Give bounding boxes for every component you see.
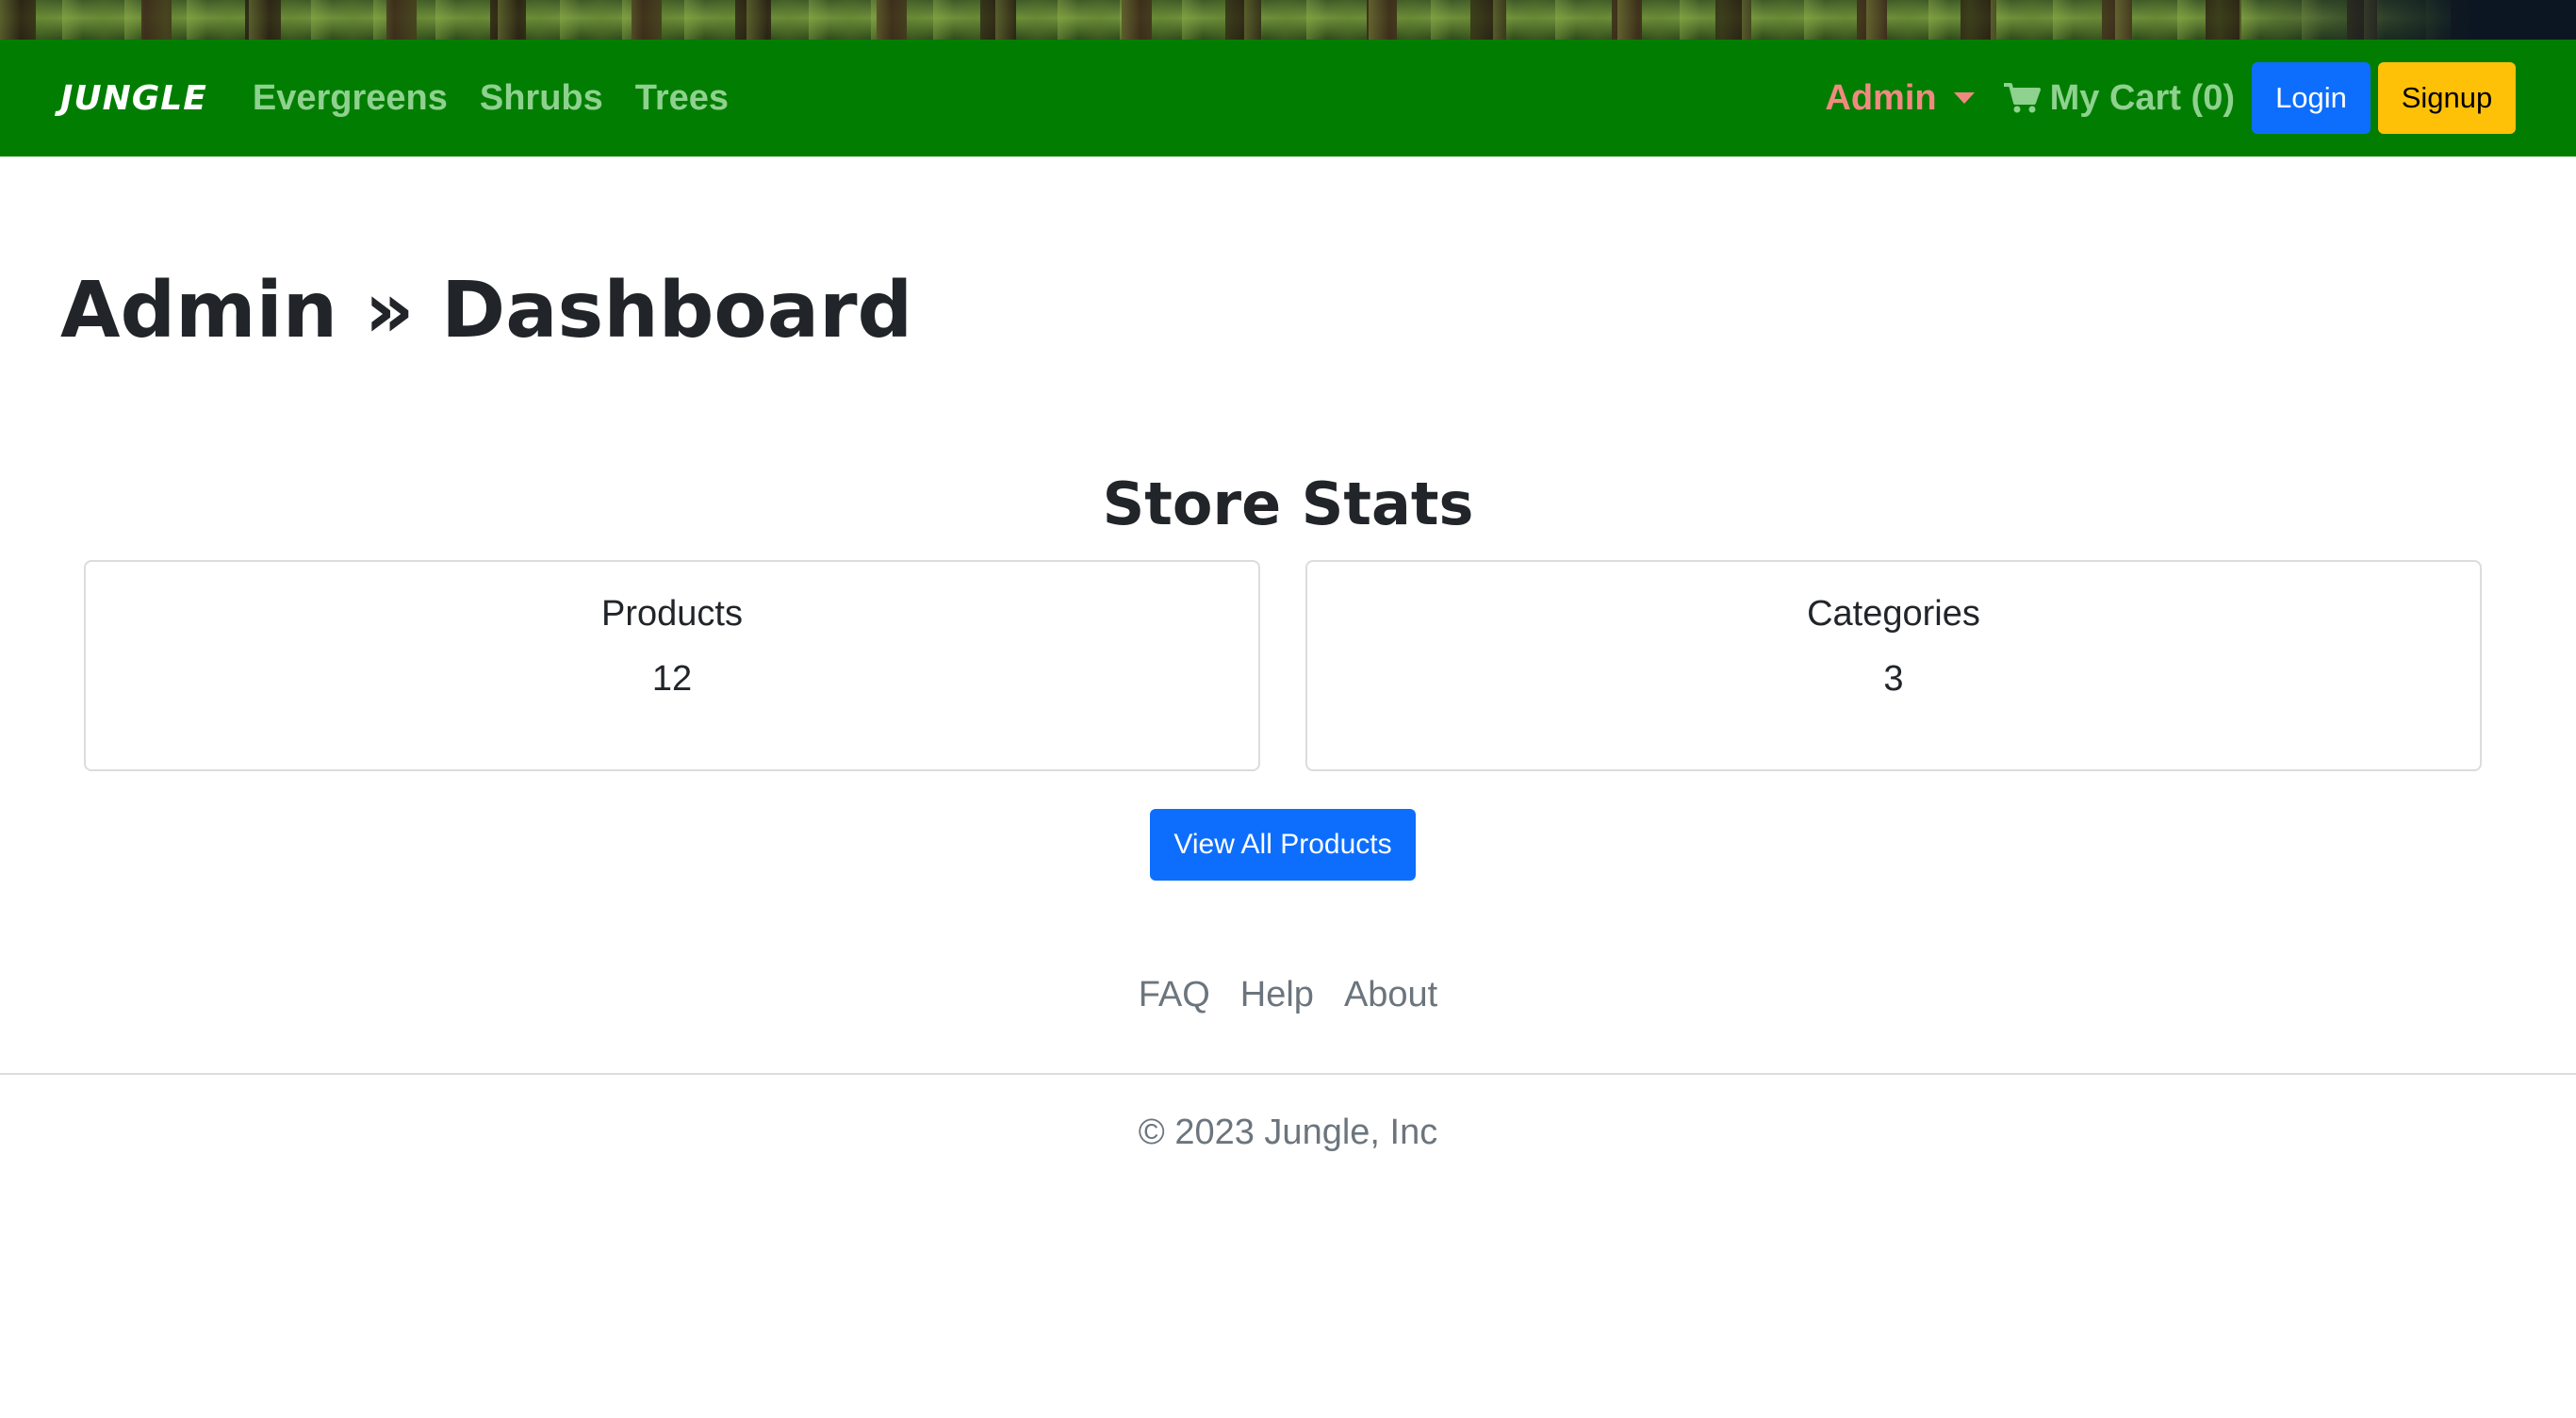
cart-label: My Cart (0): [2049, 77, 2235, 118]
store-stats-heading: Store Stats: [1102, 470, 1474, 538]
page-title: Admin » Dashboard: [60, 266, 913, 355]
footer-link-about[interactable]: About: [1344, 975, 1437, 1015]
forest-header-image: [0, 0, 2576, 40]
caret-down-icon: [1953, 92, 1975, 104]
copyright-text: © 2023 Jungle, Inc: [1138, 1113, 1438, 1152]
nav-link-shrubs[interactable]: Shrubs: [480, 78, 603, 119]
categories-stat-card: Categories 3: [1305, 560, 2482, 771]
login-button[interactable]: Login: [2252, 62, 2371, 134]
footer-link-help[interactable]: Help: [1240, 975, 1314, 1015]
navbar: JUNGLE Evergreens Shrubs Trees Admin My …: [0, 40, 2576, 157]
admin-dropdown[interactable]: Admin: [1825, 77, 1975, 119]
products-stat-label: Products: [601, 594, 743, 634]
nav-link-evergreens[interactable]: Evergreens: [253, 78, 448, 119]
nav-link-trees[interactable]: Trees: [635, 78, 729, 119]
categories-stat-label: Categories: [1807, 594, 1980, 634]
admin-dropdown-label: Admin: [1825, 77, 1937, 118]
view-all-products-button[interactable]: View All Products: [1150, 809, 1416, 881]
products-stat-card: Products 12: [84, 560, 1260, 771]
shopping-cart-icon: [2003, 83, 2041, 113]
products-stat-value: 12: [651, 659, 693, 699]
categories-stat-value: 3: [1883, 659, 1904, 699]
cart-link[interactable]: My Cart (0): [2003, 78, 2235, 119]
signup-button[interactable]: Signup: [2378, 62, 2516, 134]
brand-logo[interactable]: JUNGLE: [60, 79, 207, 118]
footer-link-faq[interactable]: FAQ: [1139, 975, 1210, 1015]
footer-links: FAQ Help About: [0, 975, 2576, 1015]
footer-divider: [0, 1073, 2576, 1075]
